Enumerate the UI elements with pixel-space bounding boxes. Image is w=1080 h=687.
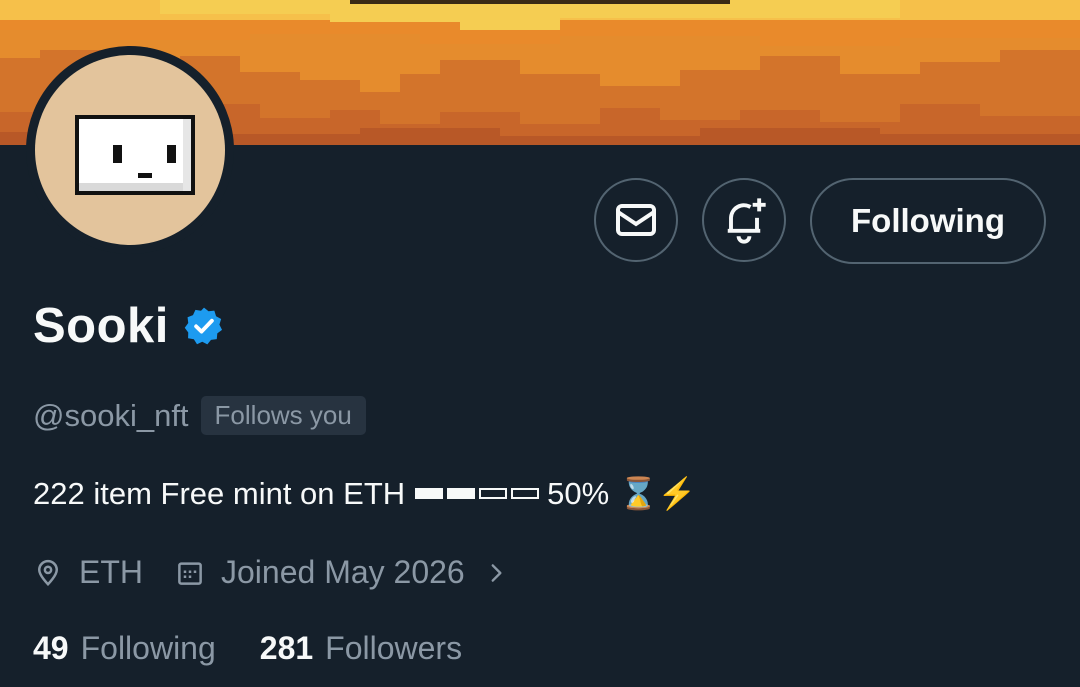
profile-handle: @sooki_nft <box>33 397 189 433</box>
followers-stat-link[interactable]: 281 Followers <box>260 630 462 667</box>
location-text: ETH <box>79 554 143 590</box>
location-item: ETH <box>33 554 143 591</box>
bio-progress-percent: 50% <box>547 475 610 511</box>
envelope-icon <box>616 204 656 236</box>
message-button[interactable] <box>594 178 678 262</box>
verified-badge-icon[interactable] <box>183 305 225 347</box>
notify-button[interactable] <box>702 178 786 262</box>
progress-segment <box>447 488 476 499</box>
bio-emojis: ⌛⚡ <box>619 476 697 511</box>
pixel-face-icon <box>75 115 195 195</box>
following-label: Following <box>80 630 216 666</box>
bio-text: 222 item Free mint on ETH <box>33 475 406 511</box>
calendar-icon <box>178 561 202 585</box>
avatar-image <box>35 55 225 245</box>
follows-you-badge: Follows you <box>200 396 366 435</box>
chevron-right-icon <box>491 563 502 582</box>
progress-segment <box>511 488 540 499</box>
following-count: 49 <box>33 630 69 666</box>
progress-segment <box>479 488 508 499</box>
bio-progress-bar <box>415 488 540 499</box>
bell-plus-icon <box>727 198 766 244</box>
following-stat-link[interactable]: 49 Following <box>33 630 216 667</box>
follow-stats: 49 Following 281 Followers <box>33 630 462 667</box>
avatar[interactable] <box>26 46 234 254</box>
profile-name: Sooki <box>33 299 169 353</box>
following-button[interactable]: Following <box>810 178 1046 264</box>
joined-text: Joined May 2026 <box>221 554 465 590</box>
followers-label: Followers <box>325 630 463 666</box>
progress-segment <box>415 488 444 499</box>
profile-bio: 222 item Free mint on ETH 50% ⌛⚡ <box>33 475 696 512</box>
followers-count: 281 <box>259 630 314 666</box>
handle-row: @sooki_nft Follows you <box>33 396 366 435</box>
profile-meta: ETH Joined May 2026 <box>33 554 509 591</box>
profile-name-row: Sooki <box>33 298 225 354</box>
joined-item[interactable]: Joined May 2026 <box>175 554 509 591</box>
location-pin-icon <box>37 559 59 586</box>
